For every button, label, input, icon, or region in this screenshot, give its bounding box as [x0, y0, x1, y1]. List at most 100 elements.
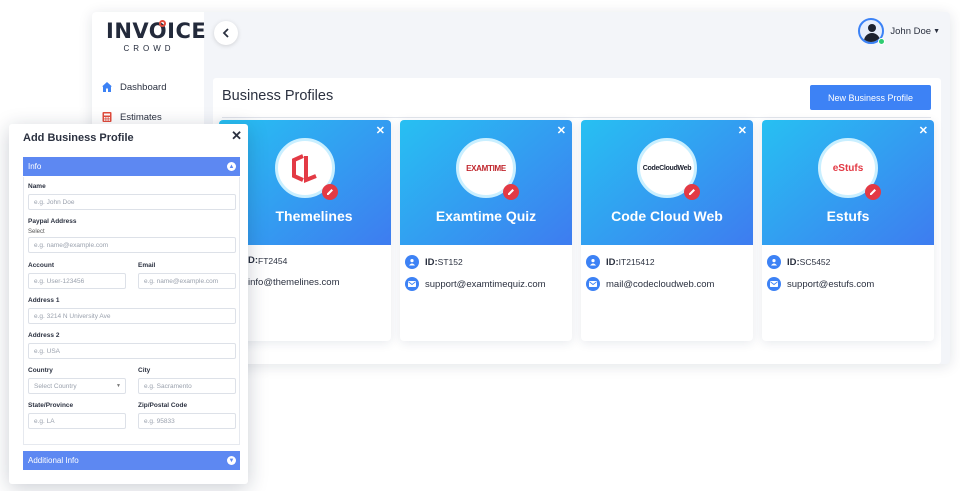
card-email[interactable]: info@themelines.com: [248, 277, 340, 288]
card-title: Code Cloud Web: [611, 208, 723, 224]
card-email-row: info@themelines.com: [248, 277, 340, 288]
card-title: Examtime Quiz: [435, 208, 537, 224]
section-label: Info: [28, 162, 42, 171]
top-bar: John Doe ▼: [204, 12, 950, 58]
chevron-down-icon: ▼: [933, 27, 940, 35]
email-input[interactable]: e.g. name@example.com: [138, 273, 236, 289]
email-label: Email: [138, 262, 156, 269]
edit-icon[interactable]: [503, 184, 519, 200]
paypal-select-label: Select: [28, 229, 45, 235]
account-label: Account: [28, 262, 54, 269]
calculator-icon: [101, 111, 113, 123]
close-icon[interactable]: ✕: [738, 124, 747, 137]
sidebar-item-label: Dashboard: [120, 81, 167, 93]
name-label: Name: [28, 183, 46, 190]
chevron-left-icon: [222, 28, 229, 38]
country-select[interactable]: Select Country ▼: [28, 378, 126, 394]
brand-logo[interactable]: INVOICE CROWD: [106, 19, 207, 53]
card-email[interactable]: mail@codecloudweb.com: [606, 279, 714, 290]
user-menu[interactable]: John Doe ▼: [858, 18, 940, 45]
mail-icon: [767, 277, 781, 291]
close-icon[interactable]: ✕: [231, 128, 242, 144]
account-input[interactable]: e.g. User-123456: [28, 273, 126, 289]
country-label: Country: [28, 367, 53, 374]
logo-dot-icon: [159, 20, 166, 27]
address2-input[interactable]: e.g. USA: [28, 343, 236, 359]
name-input[interactable]: e.g. John Doe: [28, 194, 236, 210]
business-card-estufs[interactable]: ✕ eStufs Estufs ID: SC5452 support@estuf…: [762, 120, 934, 341]
card-title: Estufs: [826, 208, 870, 224]
business-card-code-cloud-web[interactable]: ✕ CodeCloudWeb Code Cloud Web ID: IT2154…: [581, 120, 753, 341]
paypal-label: Paypal Address: [28, 218, 77, 225]
stage: INVOICE CROWD Dashboard Estimates John D…: [0, 0, 960, 491]
user-icon: [767, 255, 781, 269]
state-label: State/Province: [28, 402, 74, 409]
id-value: SC5452: [799, 257, 831, 267]
card-header: ✕ EXAMTIME Examtime Quiz: [400, 120, 572, 245]
close-icon[interactable]: ✕: [557, 124, 566, 137]
mail-icon: [586, 277, 600, 291]
zip-input[interactable]: e.g. 95833: [138, 413, 236, 429]
id-value: FT2454: [258, 255, 288, 266]
id-label: D:: [248, 255, 259, 266]
chevron-up-icon: ▲: [227, 162, 236, 171]
online-status-icon: [878, 38, 886, 45]
logo-text: eStufs: [832, 162, 864, 174]
section-info-header[interactable]: Info ▲: [23, 157, 240, 176]
id-label: ID:: [606, 256, 619, 268]
id-label: ID:: [425, 256, 438, 268]
id-value: ST152: [437, 257, 463, 267]
user-name: John Doe: [890, 25, 932, 37]
card-id-row: ID: SC5452: [767, 255, 830, 269]
avatar-head: [868, 24, 877, 32]
city-input[interactable]: e.g. Sacramento: [138, 378, 236, 394]
edit-icon[interactable]: [684, 184, 700, 200]
close-icon[interactable]: ✕: [376, 124, 385, 137]
new-business-profile-button[interactable]: New Business Profile: [810, 85, 931, 110]
state-input[interactable]: e.g. LA: [28, 413, 126, 429]
address2-label: Address 2: [28, 332, 60, 339]
mail-icon: [405, 277, 419, 291]
sidebar-item-dashboard[interactable]: Dashboard: [101, 77, 166, 97]
card-email-row: support@examtimequiz.com: [405, 277, 546, 291]
dialog-title: Add Business Profile: [23, 132, 134, 144]
address1-label: Address 1: [28, 297, 60, 304]
info-section-body: Name e.g. John Doe Paypal Address Select…: [23, 177, 240, 445]
card-header: ✕ CodeCloudWeb Code Cloud Web: [581, 120, 753, 245]
chevron-down-icon: ▼: [227, 456, 236, 465]
zip-label: Zip/Postal Code: [138, 402, 188, 409]
sidebar-item-label: Estimates: [120, 111, 162, 123]
paypal-input[interactable]: e.g. name@example.com: [28, 237, 236, 253]
user-icon: [586, 255, 600, 269]
card-email[interactable]: support@estufs.com: [787, 279, 874, 290]
add-business-profile-dialog: Add Business Profile ✕ Info ▲ Name e.g. …: [9, 124, 248, 484]
page-title: Business Profiles: [222, 88, 334, 104]
back-button[interactable]: [214, 21, 238, 45]
brand-name: INVOICE: [106, 19, 207, 43]
city-label: City: [138, 367, 151, 374]
id-label: ID:: [787, 256, 800, 268]
edit-icon[interactable]: [865, 184, 881, 200]
card-email-row: mail@codecloudweb.com: [586, 277, 714, 291]
card-id-row: ID: IT215412: [586, 255, 655, 269]
close-icon[interactable]: ✕: [919, 124, 928, 137]
brand-sub: CROWD: [123, 44, 175, 53]
logo-text: EXAMTIME: [466, 163, 506, 173]
section-additional-info-header[interactable]: Additional Info ▼: [23, 451, 240, 470]
section-label: Additional Info: [28, 456, 79, 465]
chevron-down-icon: ▼: [116, 383, 121, 389]
card-email-row: support@estufs.com: [767, 277, 874, 291]
user-icon: [405, 255, 419, 269]
business-card-examtime-quiz[interactable]: ✕ EXAMTIME Examtime Quiz ID: ST152 suppo…: [400, 120, 572, 341]
card-header: ✕ eStufs Estufs: [762, 120, 934, 245]
country-select-value: Select Country: [34, 382, 77, 390]
card-id-row: ID: ST152: [405, 255, 463, 269]
divider: [222, 117, 931, 118]
card-id-row: D: FT2454: [248, 255, 287, 266]
edit-icon[interactable]: [322, 184, 338, 200]
logo-text: CodeCloudWeb: [642, 164, 692, 172]
id-value: IT215412: [618, 257, 655, 267]
address1-input[interactable]: e.g. 3214 N University Ave: [28, 308, 236, 324]
dashboard-icon: [101, 81, 113, 93]
card-email[interactable]: support@examtimequiz.com: [425, 279, 546, 290]
